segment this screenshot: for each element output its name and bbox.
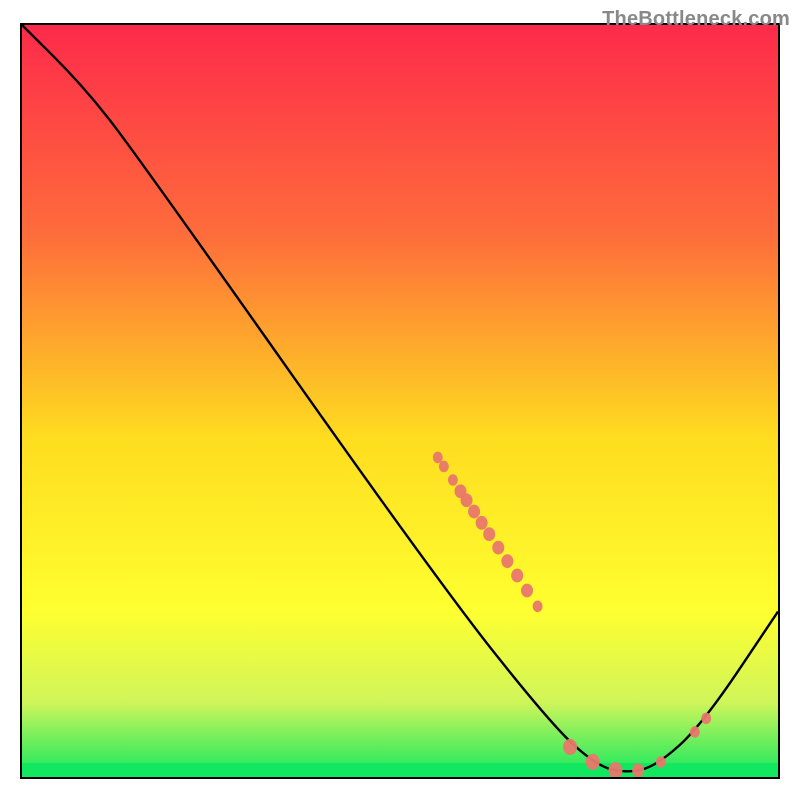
data-point: [461, 493, 473, 507]
data-point: [656, 756, 666, 768]
watermark-label: TheBottleneck.com: [602, 8, 790, 31]
gradient-background: [22, 25, 778, 777]
data-point: [701, 713, 711, 725]
data-point: [586, 754, 600, 770]
data-point: [632, 763, 644, 777]
data-point: [492, 541, 504, 555]
data-point: [608, 762, 622, 778]
data-point: [690, 726, 700, 738]
data-point: [448, 474, 458, 486]
data-point: [468, 505, 480, 519]
data-point: [476, 516, 488, 530]
data-point: [433, 452, 443, 464]
data-point: [439, 461, 449, 473]
data-point: [563, 739, 577, 755]
data-point: [521, 584, 533, 598]
data-point: [483, 527, 495, 541]
data-point: [533, 601, 543, 613]
bottleneck-curve-chart: [0, 0, 800, 800]
data-point: [511, 569, 523, 583]
data-point: [501, 554, 513, 568]
